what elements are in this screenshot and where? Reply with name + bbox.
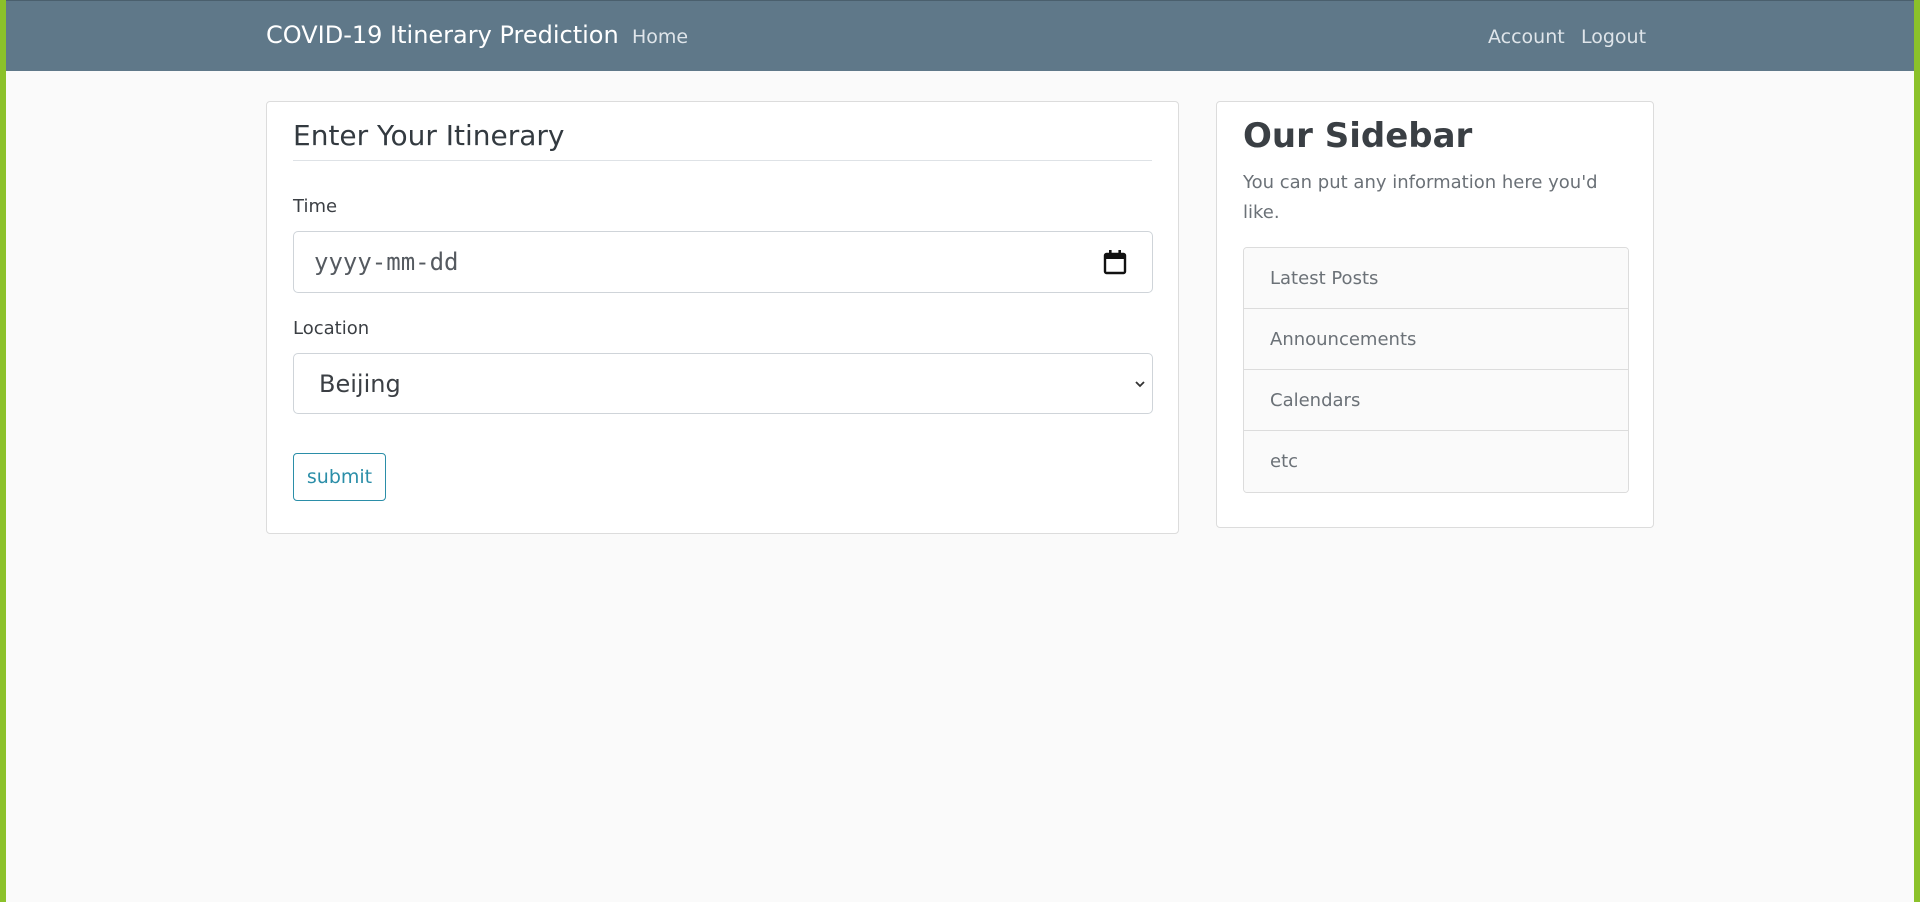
sidebar-card: Our Sidebar You can put any information … [1216, 101, 1654, 528]
calendar-icon[interactable] [1103, 249, 1127, 275]
nav-logout-link[interactable]: Logout [1581, 26, 1646, 48]
nav-account-link[interactable]: Account [1488, 26, 1565, 48]
time-date-input[interactable]: yyyy-mm-dd [293, 231, 1153, 293]
sidebar-item-etc[interactable]: etc [1244, 431, 1628, 492]
nav-home-link[interactable]: Home [632, 26, 688, 48]
chevron-down-icon [1135, 381, 1145, 388]
navbar-brand[interactable]: COVID-19 Itinerary Prediction [266, 21, 619, 49]
date-placeholder: yyyy-mm-dd [314, 248, 459, 276]
sidebar-list: Latest Posts Announcements Calendars etc [1243, 247, 1629, 493]
location-select[interactable]: Beijing [293, 353, 1153, 414]
top-navbar: COVID-19 Itinerary Prediction Home Accou… [6, 0, 1914, 71]
location-label: Location [293, 318, 370, 339]
legend-divider [293, 160, 1152, 161]
time-label: Time [293, 196, 338, 217]
sidebar-item-announcements[interactable]: Announcements [1244, 309, 1628, 370]
form-legend: Enter Your Itinerary [293, 119, 565, 152]
sidebar-description: You can put any information here you'd l… [1243, 172, 1598, 223]
submit-button[interactable]: submit [293, 453, 386, 501]
itinerary-form-card: Enter Your Itinerary Time yyyy-mm-dd Loc… [266, 101, 1179, 534]
location-selected-value: Beijing [319, 370, 401, 398]
sidebar-item-calendars[interactable]: Calendars [1244, 370, 1628, 431]
sidebar-item-latest-posts[interactable]: Latest Posts [1244, 248, 1628, 309]
sidebar-title: Our Sidebar [1243, 116, 1473, 156]
